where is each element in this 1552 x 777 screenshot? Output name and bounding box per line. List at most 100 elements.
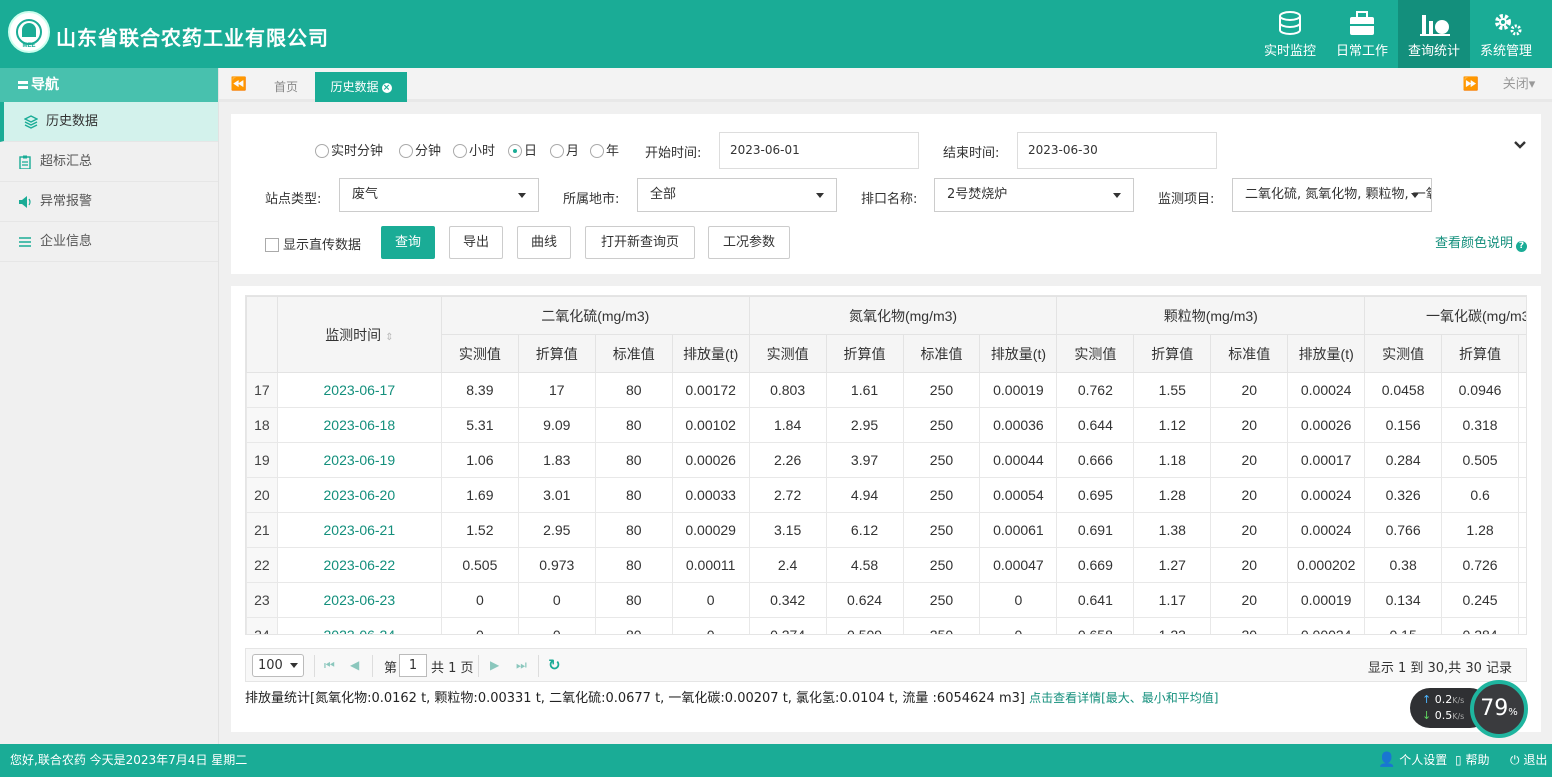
show-direct-data-checkbox[interactable]: 显示直传数据 — [265, 234, 361, 253]
footer-bar: 您好,联合农药 今天是2023年7月4日 星期二 👤 个人设置 ▯ 帮助 ⏻ 退… — [0, 744, 1552, 777]
value-cell: 0.284 — [1364, 442, 1443, 478]
value-cell: 1.84 — [748, 407, 827, 443]
color-help-link[interactable]: 查看颜色说明? — [1435, 232, 1527, 252]
prev-page-icon[interactable]: ◀ — [350, 658, 359, 672]
value-cell: 9.09 — [517, 407, 596, 443]
sidebar-item-enterprise-info[interactable]: 企业信息 — [0, 222, 218, 262]
caret-down-icon — [518, 193, 526, 198]
value-cell — [1518, 617, 1526, 634]
value-cell: 20 — [1210, 442, 1289, 478]
monitor-item-select[interactable]: 二氧化硫, 氮氧化物, 颗粒物, 一氧化碳 — [1232, 178, 1432, 212]
sort-icon[interactable]: ⇕ — [385, 332, 393, 343]
start-time-label: 开始时间: — [645, 146, 702, 161]
topnav-daily-work[interactable]: 日常工作 — [1326, 0, 1398, 68]
last-page-icon[interactable]: ⏭ — [516, 658, 527, 673]
personal-settings-link[interactable]: 👤 个人设置 — [1378, 744, 1447, 777]
briefcase-icon — [1350, 11, 1374, 35]
first-page-icon[interactable]: ⏮ — [324, 658, 335, 673]
value-cell: 20 — [1210, 372, 1289, 408]
sub-header: 折算值 — [1133, 334, 1212, 373]
question-icon: ? — [1516, 241, 1527, 252]
value-cell: 0.00044 — [979, 442, 1058, 478]
value-cell: 0.509 — [825, 617, 904, 634]
topnav-system-admin[interactable]: 系统管理 — [1470, 0, 1542, 68]
export-button[interactable]: 导出 — [449, 226, 503, 259]
start-time-input[interactable]: 2023-06-01 — [719, 132, 919, 169]
header-label: 监测时间 — [325, 326, 382, 343]
open-new-query-button[interactable]: 打开新查询页 — [585, 226, 695, 259]
radio-day[interactable]: 日 — [508, 144, 537, 160]
table-row: 18 2023-06-18 5.31 9.09 80 0.00102 1.84 2.95 250… — [246, 407, 1526, 443]
value-cell: 0.00024 — [1287, 477, 1366, 513]
help-link[interactable]: ▯ 帮助 — [1455, 744, 1489, 777]
link-label: 帮助 — [1465, 753, 1490, 767]
history-data-table: 监测时间 ⇕ 二氧化硫(mg/m3) 氮氧化物(mg/m3) 颗粒物(mg/m3… — [246, 296, 1526, 634]
tab-scroll-right-button[interactable]: ⏩ — [1455, 68, 1487, 102]
value-cell: 0.00036 — [979, 407, 1058, 443]
value-cell: 1.17 — [1133, 582, 1212, 618]
value-cell: 0 — [440, 617, 519, 634]
topnav-realtime-monitor[interactable]: 实时监控 — [1254, 0, 1326, 68]
site-type-select[interactable]: 废气 — [339, 178, 539, 212]
radio-minute[interactable]: 分钟 — [399, 144, 441, 160]
radio-hour[interactable]: 小时 — [453, 144, 495, 160]
sidebar-item-exceed-summary[interactable]: 超标汇总 — [0, 142, 218, 182]
emission-stats: 排放量统计[氮氧化物:0.0162 t, 颗粒物:0.00331 t, 二氧化硫… — [245, 687, 1218, 706]
outlet-select[interactable]: 2号焚烧炉 — [934, 178, 1134, 212]
topnav-query-stats[interactable]: 查询统计 — [1398, 0, 1470, 68]
work-params-button[interactable]: 工况参数 — [708, 226, 790, 259]
close-icon[interactable]: × — [381, 82, 392, 93]
radio-label: 小时 — [469, 144, 496, 159]
value-cell: 0.641 — [1056, 582, 1135, 618]
close-tabs-dropdown[interactable]: 关闭▾ — [1489, 68, 1549, 102]
page-number-input[interactable]: 1 — [399, 654, 427, 677]
filter-panel: 实时分钟 分钟 小时 日 月 年 开始时间: 2023-06-01 结束时间: … — [231, 114, 1541, 274]
monitor-date-cell: 2023-06-17 — [276, 372, 442, 408]
row-number: 17 — [246, 372, 278, 408]
next-page-icon[interactable]: ▶ — [490, 658, 499, 672]
value-cell — [1518, 407, 1526, 443]
value-cell: 20 — [1210, 477, 1289, 513]
city-select[interactable]: 全部 — [637, 178, 837, 212]
layers-icon — [24, 115, 38, 129]
logout-link[interactable]: ⏻ 退出 — [1510, 744, 1547, 777]
radio-year[interactable]: 年 — [590, 144, 619, 160]
topnav-label: 实时监控 — [1263, 44, 1316, 59]
radio-month[interactable]: 月 — [550, 144, 579, 160]
tab-scroll-left-button[interactable]: ⏪ — [219, 68, 259, 102]
monitor-time-header[interactable]: 监测时间 ⇕ — [276, 296, 442, 373]
end-time-input[interactable]: 2023-06-30 — [1017, 132, 1217, 169]
value-cell: 80 — [594, 407, 673, 443]
sidebar-item-abnormal-alarm[interactable]: 异常报警 — [0, 182, 218, 222]
refresh-icon[interactable]: ↻ — [548, 656, 561, 674]
network-speed-widget[interactable]: ↑ 0.2K/s ↓ 0.5K/s 79% — [1410, 680, 1528, 738]
list-icon — [19, 237, 31, 247]
sidebar-item-label: 异常报警 — [40, 194, 93, 209]
group-header-so2: 二氧化硫(mg/m3) — [440, 296, 750, 335]
query-button[interactable]: 查询 — [381, 226, 435, 259]
speed-unit: K/s — [1452, 696, 1465, 705]
stats-detail-link[interactable]: 点击查看详情[最大、最小和平均值] — [1029, 691, 1218, 705]
value-cell: 0.00029 — [671, 512, 750, 548]
sidebar-item-history-data[interactable]: 历史数据 — [0, 102, 218, 142]
tab-history-data[interactable]: 历史数据 × — [315, 72, 407, 102]
tab-home[interactable]: 首页 — [259, 72, 313, 102]
value-cell: 0.766 — [1364, 512, 1443, 548]
value-cell: 0.00054 — [979, 477, 1058, 513]
row-number: 19 — [246, 442, 278, 478]
value-cell: 0.6 — [1441, 477, 1520, 513]
value-cell: 0.505 — [1441, 442, 1520, 478]
curve-button[interactable]: 曲线 — [517, 226, 571, 259]
page-size-select[interactable]: 100 — [252, 654, 304, 677]
value-cell: 0.318 — [1441, 407, 1520, 443]
value-cell: 4.58 — [825, 547, 904, 583]
link-label: 个人设置 — [1399, 753, 1448, 767]
value-cell: 1.83 — [517, 442, 596, 478]
value-cell: 80 — [594, 547, 673, 583]
value-cell: 5.31 — [440, 407, 519, 443]
data-grid: 监测时间 ⇕ 二氧化硫(mg/m3) 氮氧化物(mg/m3) 颗粒物(mg/m3… — [245, 295, 1527, 635]
radio-realtime-minute[interactable]: 实时分钟 — [315, 144, 383, 160]
up-arrow-icon: ↑ — [1422, 693, 1432, 706]
value-cell: 0 — [440, 582, 519, 618]
chevron-down-icon[interactable] — [1513, 140, 1527, 150]
